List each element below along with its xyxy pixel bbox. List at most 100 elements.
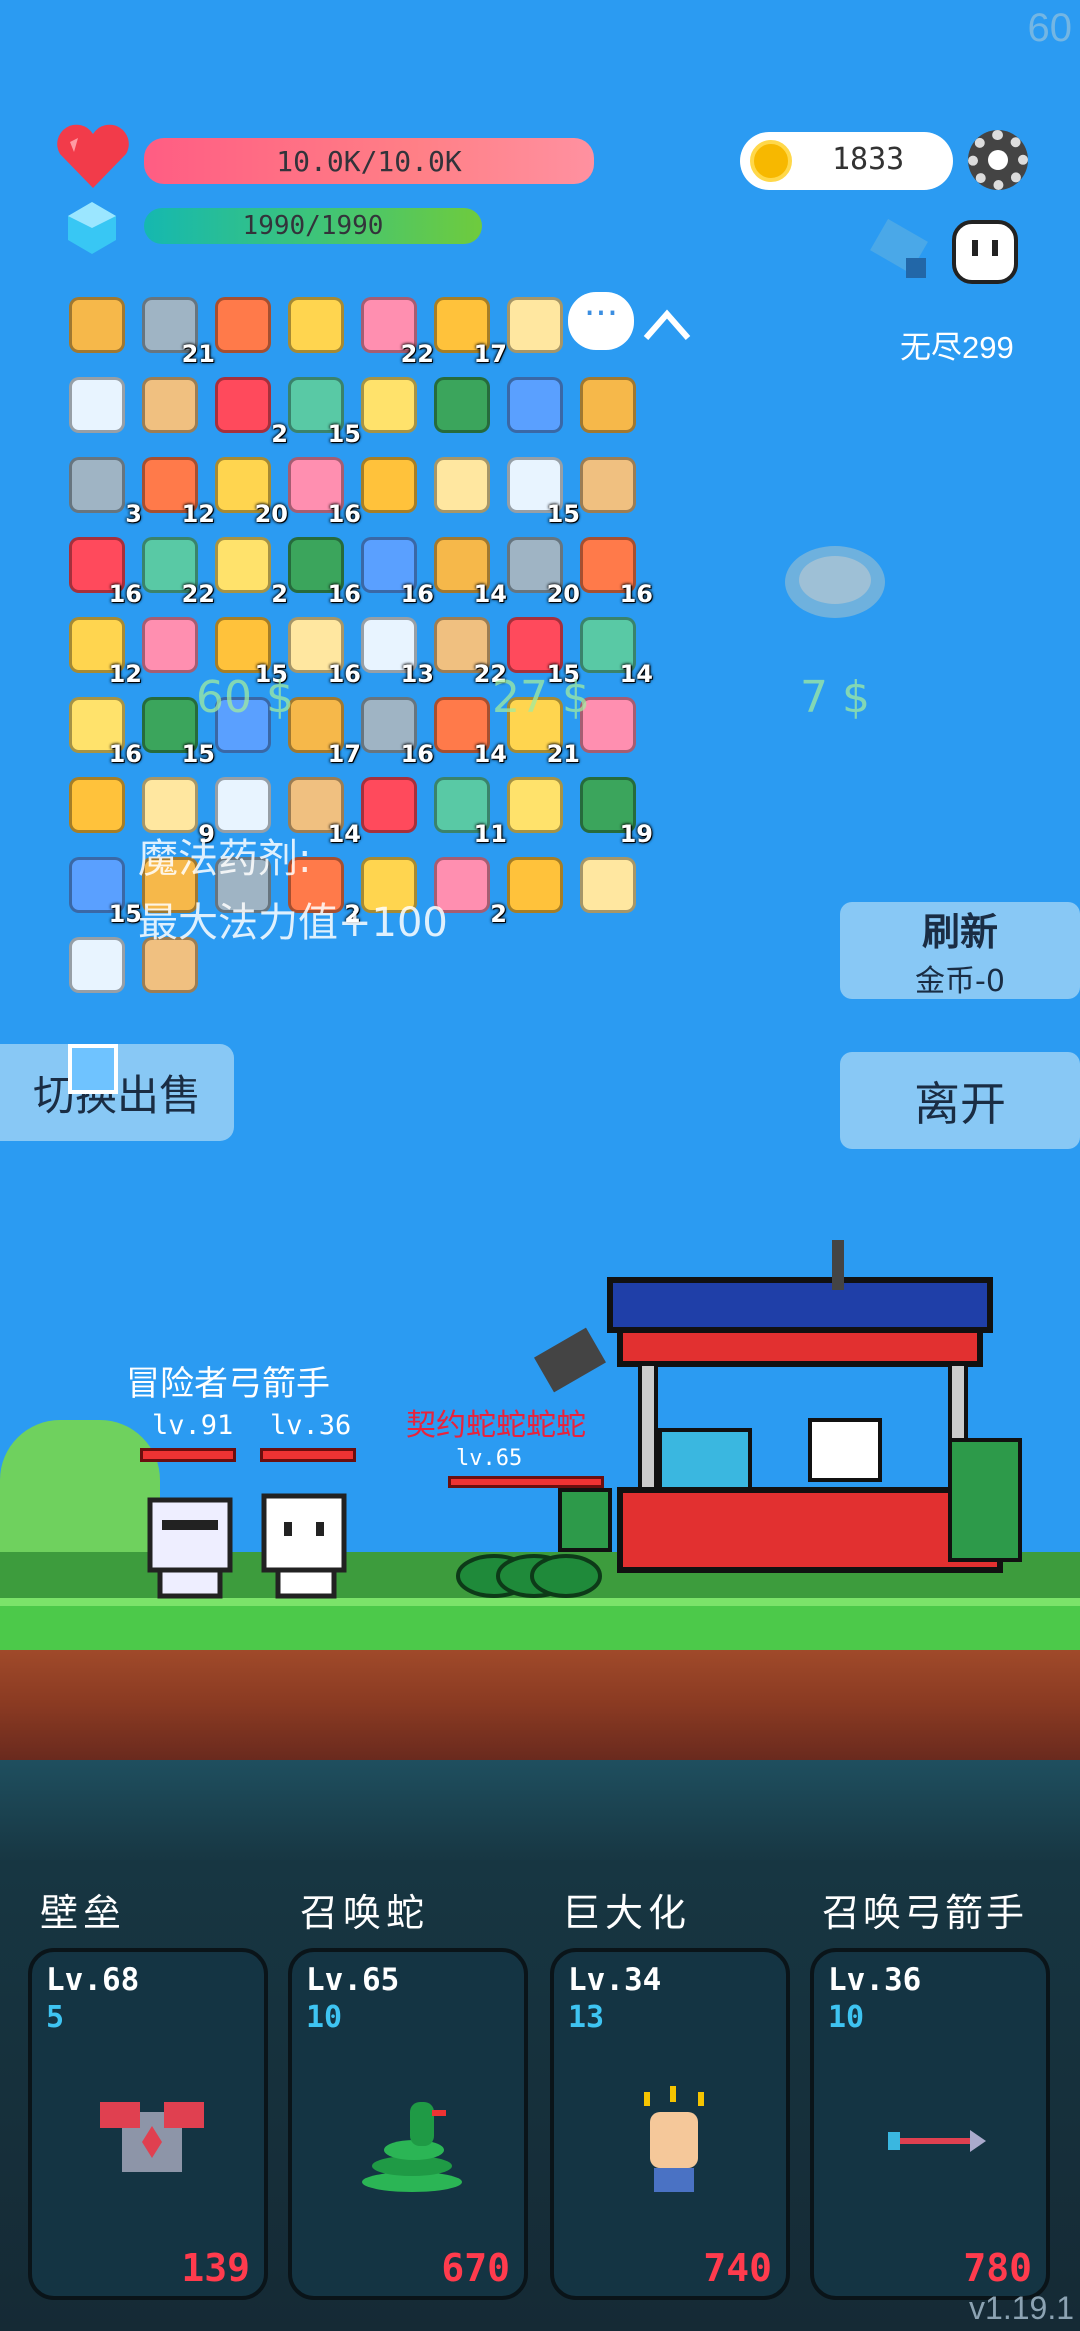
inventory-slot[interactable] [500,850,570,920]
skill-cost: 5 [46,2000,65,2035]
floating-price: 27 $ [492,672,590,723]
inventory-slot[interactable] [500,770,570,840]
inventory-slot[interactable]: 2 [208,370,288,448]
inventory-slot[interactable]: 16 [573,530,653,608]
inventory-slot[interactable]: 14 [427,530,507,608]
enemy-level: lv.65 [456,1446,523,1471]
inventory-slot[interactable]: 17 [427,290,507,368]
inventory-slot[interactable] [573,370,643,440]
tooltip-title: 魔法药剂: [138,836,312,882]
inventory-slot[interactable] [573,850,643,920]
inventory-slot[interactable]: 16 [354,690,434,768]
inventory-slot[interactable]: 14 [573,610,653,688]
skill-level: Lv.68 [46,1962,140,1998]
inventory-slot[interactable] [62,930,132,1000]
item-count: 19 [619,820,653,848]
inventory-slot[interactable]: 15 [500,610,580,688]
inventory-slot[interactable] [62,770,132,840]
snake-icon [507,377,563,433]
skill-cost: 13 [568,2000,605,2035]
skill-card-giant[interactable]: Lv.34 13 740 [550,1948,790,2300]
inventory-slot[interactable] [208,290,278,360]
inventory-slot[interactable] [500,290,570,360]
inventory-slot[interactable] [354,450,424,520]
archer-unit [261,1493,347,1599]
fist-icon [644,2086,704,2192]
inventory-slot[interactable] [135,370,205,440]
settings-gear-icon[interactable] [968,130,1028,190]
floating-price: 60 $ [196,672,294,723]
spiral-icon [142,617,198,673]
meat-shop-item-icon[interactable] [780,540,890,624]
floating-price: 7 $ [800,672,870,723]
green-book-icon [215,537,271,593]
skill-card-summon-snake[interactable]: Lv.65 10 670 [288,1948,528,2300]
inventory-slot[interactable] [135,610,205,680]
inventory-slot[interactable] [573,450,643,520]
inventory-slot[interactable] [281,290,351,360]
axe-icon [69,377,125,433]
inventory-slot[interactable] [427,370,497,440]
skill-value: 670 [441,2246,510,2290]
skill-card-summon-archer[interactable]: Lv.36 10 780 [810,1948,1050,2300]
skill-level: Lv.65 [306,1962,400,1998]
inventory-slot[interactable] [500,370,570,440]
coin-icon [750,140,792,182]
inventory-slot[interactable]: 22 [135,530,215,608]
heart-icon [57,124,129,188]
inventory-slot[interactable]: 20 [500,530,580,608]
skill-level: Lv.34 [568,1962,662,1998]
inventory-slot[interactable]: 16 [281,610,361,688]
skill-title: 召唤弓箭手 [822,1891,1028,1935]
item-count: 14 [619,660,653,688]
inventory-slot[interactable]: 19 [573,770,653,848]
tent-icon [361,377,417,433]
merchant-cart [534,1240,1022,1573]
inventory-slot[interactable]: 16 [62,530,142,608]
inventory-slot[interactable] [354,370,424,440]
skill-cost: 10 [828,2000,865,2035]
chat-bubble-icon[interactable]: ··· [568,292,634,350]
inventory-slot[interactable]: 15 [281,370,361,448]
inventory-slot[interactable]: 2 [208,530,288,608]
inventory-slot[interactable]: 15 [208,610,288,688]
ally1-hp-bar [140,1448,236,1462]
skill-card-bulwark[interactable]: Lv.68 5 139 [28,1948,268,2300]
inventory-slot[interactable]: 15 [500,450,580,528]
inventory-slot[interactable]: 20 [208,450,288,528]
item-count: 16 [619,580,653,608]
bulb-icon [580,857,636,913]
version-label: v1.19.1 [969,2290,1074,2326]
inventory-slot[interactable]: 3 [62,450,142,528]
inventory-slot[interactable]: 13 [354,610,434,688]
inventory-slot[interactable]: 22 [354,290,434,368]
inventory-slot[interactable] [62,370,132,440]
inventory-slot[interactable]: 15 [135,690,215,768]
ally2-level: lv.36 [270,1410,352,1441]
collapse-arrow-icon[interactable] [642,308,692,342]
inventory-slot[interactable]: 22 [427,610,507,688]
inventory-slot[interactable]: 15 [62,850,142,928]
inventory-slot[interactable]: 12 [62,610,142,688]
skill-value: 780 [963,2246,1032,2290]
mana-crystal-icon [68,202,116,254]
inventory-slot[interactable]: 12 [135,450,215,528]
skill-title: 巨大化 [562,1891,692,1935]
mp-text: 1990/1990 [242,211,384,241]
inventory-slot[interactable] [427,450,497,520]
inventory-slot[interactable]: 16 [62,690,142,768]
leave-button[interactable]: 离开 [840,1052,1080,1149]
hp-text: 10.0K/10.0K [276,144,462,178]
inventory-slot[interactable]: 16 [281,450,361,528]
inventory-slot[interactable]: 21 [135,290,215,368]
hp-bar: 10.0K/10.0K [144,138,594,184]
refresh-button[interactable]: 刷新 金币-0 [840,902,1080,999]
inventory-slot[interactable]: 11 [427,770,507,848]
inventory-slot[interactable]: 14 [427,690,507,768]
inventory-slot[interactable] [354,770,424,840]
refresh-cost: 金币-0 [915,964,1005,999]
inventory-slot[interactable]: 16 [281,530,361,608]
inventory-slot[interactable] [62,290,132,360]
star-card-icon [580,377,636,433]
inventory-slot[interactable]: 16 [354,530,434,608]
